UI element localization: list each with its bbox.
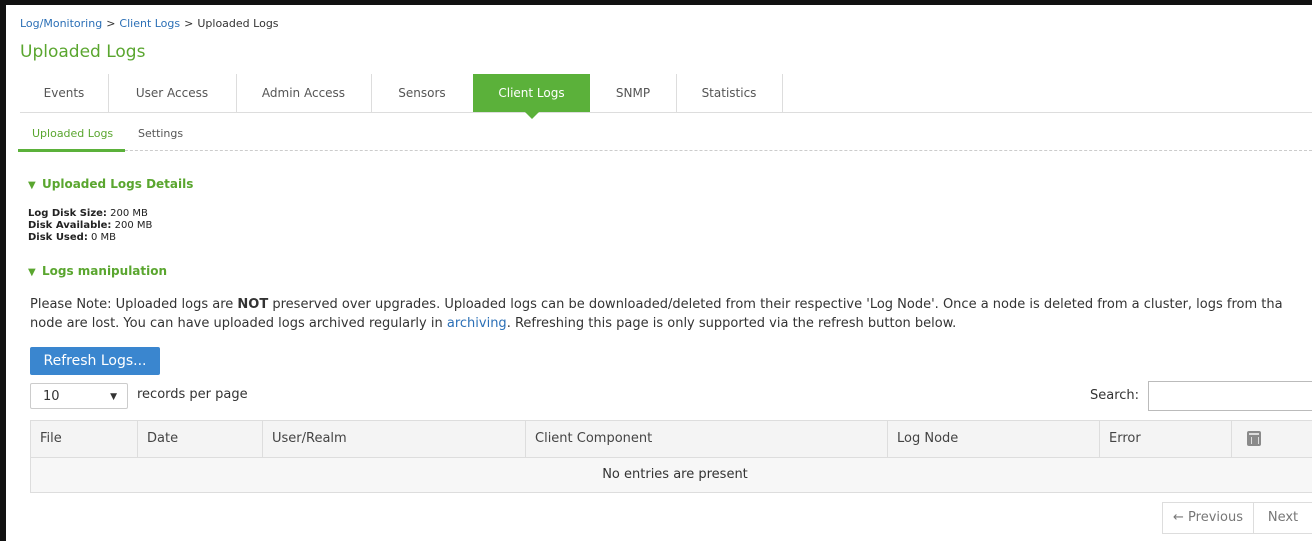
active-subtab-underline	[18, 149, 126, 152]
sub-tabs: Uploaded Logs Settings	[18, 126, 1312, 152]
subtab-uploaded-logs[interactable]: Uploaded Logs	[18, 126, 126, 152]
breadcrumb-log-monitoring[interactable]: Log/Monitoring	[20, 17, 102, 30]
search-label: Search:	[1090, 388, 1140, 403]
search-input[interactable]	[1148, 381, 1312, 411]
disk-used-value: 0 MB	[91, 232, 117, 243]
page-title: Uploaded Logs	[20, 42, 146, 62]
column-header-log-node[interactable]: Log Node	[888, 421, 1100, 457]
records-per-page-select[interactable]: 10 ▼	[30, 383, 128, 409]
disk-used-row: Disk Used: 0 MB	[28, 232, 152, 244]
column-header-user-realm[interactable]: User/Realm	[263, 421, 526, 457]
disk-size-label: Log Disk Size:	[28, 208, 107, 219]
tab-snmp[interactable]: SNMP	[590, 74, 677, 112]
tab-sensors[interactable]: Sensors	[371, 74, 474, 112]
tab-events[interactable]: Events	[20, 74, 109, 112]
disk-available-row: Disk Available: 200 MB	[28, 220, 152, 232]
subtab-settings[interactable]: Settings	[138, 126, 183, 148]
note-text: Please Note: Uploaded logs are	[30, 297, 238, 312]
disk-available-label: Disk Available:	[28, 220, 112, 231]
main-tabs: Events User Access Admin Access Sensors …	[20, 74, 1312, 119]
column-header-date[interactable]: Date	[138, 421, 263, 457]
archiving-link[interactable]: archiving	[447, 316, 507, 331]
previous-page-button[interactable]: ← Previous	[1162, 502, 1254, 534]
table-empty-row: No entries are present	[31, 458, 1312, 492]
page-content: Log/Monitoring > Client Logs > Uploaded Logs…	[6, 5, 1312, 541]
tab-statistics[interactable]: Statistics	[676, 74, 783, 112]
tab-client-logs-label: Client Logs	[498, 86, 565, 100]
tab-user-access[interactable]: User Access	[108, 74, 237, 112]
breadcrumb-separator: >	[106, 17, 116, 30]
note-line-2: node are lost. You can have uploaded log…	[30, 314, 1312, 333]
breadcrumb-current: Uploaded Logs	[197, 17, 279, 30]
chevron-down-icon: ▼	[28, 180, 36, 191]
note-text: . Refreshing this page is only supported…	[506, 316, 957, 331]
breadcrumb-separator: >	[184, 17, 194, 30]
section-heading-manipulation: Logs manipulation	[42, 264, 168, 278]
next-page-button[interactable]: Next	[1253, 502, 1312, 534]
note-text: node are lost. You can have uploaded log…	[30, 316, 447, 331]
column-header-client-component[interactable]: Client Component	[526, 421, 888, 457]
subtab-uploaded-logs-label: Uploaded Logs	[32, 127, 114, 140]
section-toggle-details[interactable]: ▼ Uploaded Logs Details	[28, 177, 193, 191]
records-per-page-value: 10	[43, 389, 60, 404]
logs-note: Please Note: Uploaded logs are NOT prese…	[30, 295, 1312, 333]
disk-available-value: 200 MB	[114, 220, 153, 231]
active-tab-arrow-icon	[524, 112, 539, 119]
disk-used-label: Disk Used:	[28, 232, 88, 243]
disk-size-row: Log Disk Size: 200 MB	[28, 208, 152, 220]
note-emphasis: NOT	[237, 297, 269, 312]
trash-icon[interactable]	[1247, 431, 1261, 446]
dropdown-caret-icon: ▼	[110, 392, 117, 402]
note-text: preserved over upgrades. Uploaded logs c…	[268, 297, 1283, 312]
uploaded-logs-table: File Date User/Realm Client Component Lo…	[30, 420, 1312, 493]
table-header: File Date User/Realm Client Component Lo…	[31, 421, 1312, 458]
tab-admin-access[interactable]: Admin Access	[236, 74, 372, 112]
note-line-1: Please Note: Uploaded logs are NOT prese…	[30, 295, 1312, 314]
chevron-down-icon: ▼	[28, 267, 36, 278]
disk-info: Log Disk Size: 200 MB Disk Available: 20…	[28, 208, 152, 244]
tab-client-logs[interactable]: Client Logs	[473, 74, 590, 119]
breadcrumb-client-logs[interactable]: Client Logs	[119, 17, 180, 30]
section-heading-details: Uploaded Logs Details	[42, 177, 194, 191]
records-per-page-label: records per page	[137, 387, 248, 402]
section-toggle-manipulation[interactable]: ▼ Logs manipulation	[28, 264, 167, 278]
breadcrumb: Log/Monitoring > Client Logs > Uploaded Logs	[20, 17, 279, 30]
column-header-file[interactable]: File	[31, 421, 138, 457]
disk-size-value: 200 MB	[110, 208, 148, 219]
refresh-logs-button[interactable]: Refresh Logs...	[30, 347, 160, 375]
column-header-error[interactable]: Error	[1100, 421, 1232, 457]
